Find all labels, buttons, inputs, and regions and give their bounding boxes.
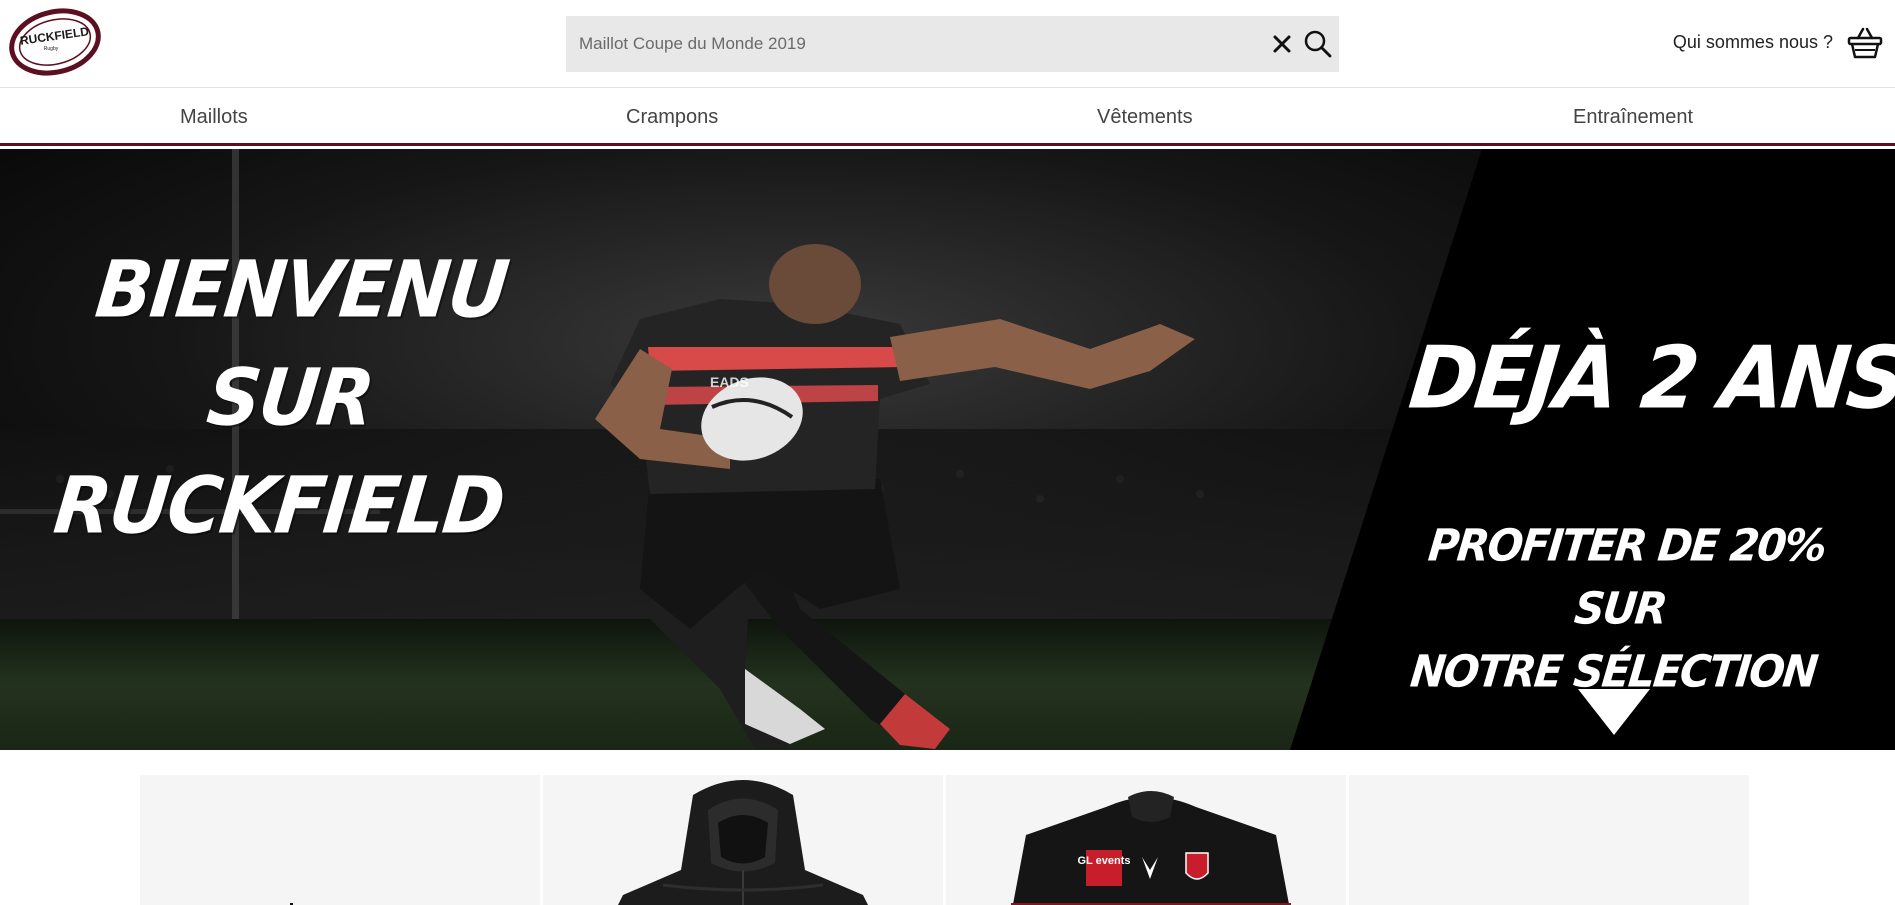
site-header: RUCKFIELD Rugby Qui sommes nous ? bbox=[0, 0, 1895, 88]
scroll-down-button[interactable] bbox=[1578, 689, 1650, 735]
promo-text: PROFITER DE 20% SUR NOTRE SÉLECTION bbox=[1380, 515, 1860, 704]
svg-text:EADS: EADS bbox=[710, 374, 749, 390]
logo-subtext: Rugby bbox=[44, 46, 59, 52]
nav-item-entrainement[interactable]: Entraînement bbox=[1573, 106, 1693, 129]
hero-title: BIENVENU SUR RUCKFIELD bbox=[13, 236, 567, 560]
clear-search-button[interactable] bbox=[1268, 30, 1296, 58]
close-icon bbox=[1273, 35, 1291, 53]
hero-banner[interactable]: EADS BIENVENU SUR RUCKFIELD DÉJÀ 2 ANS !… bbox=[0, 149, 1895, 750]
jacket-icon bbox=[618, 780, 868, 905]
hero-title-line2: RUCKFIELD bbox=[49, 460, 508, 552]
cart-button[interactable] bbox=[1847, 26, 1883, 60]
nav-item-crampons[interactable]: Crampons bbox=[626, 106, 718, 129]
nav-item-maillots[interactable]: Maillots bbox=[180, 106, 248, 129]
about-us-link[interactable]: Qui sommes nous ? bbox=[1673, 32, 1833, 53]
search-icon bbox=[1304, 30, 1332, 58]
triangle-down-icon bbox=[1578, 689, 1650, 735]
product-card[interactable] bbox=[543, 775, 943, 905]
hero-title-line1: BIENVENU SUR bbox=[91, 244, 512, 444]
basket-icon bbox=[1847, 27, 1883, 59]
search-bar bbox=[566, 16, 1339, 72]
empty-product-icon bbox=[290, 903, 293, 905]
promo-line1: PROFITER DE 20% SUR bbox=[1425, 519, 1828, 635]
product-card[interactable]: GL events bbox=[946, 775, 1346, 905]
main-nav: Maillots Crampons Vêtements Entraînement bbox=[0, 88, 1895, 146]
jersey-icon: GL events bbox=[1011, 791, 1291, 905]
product-grid: GL events bbox=[0, 750, 1895, 905]
search-input[interactable] bbox=[566, 16, 1226, 72]
empty-product-icon bbox=[1349, 775, 1749, 905]
ruckfield-logo[interactable]: RUCKFIELD Rugby bbox=[8, 6, 104, 78]
product-card[interactable] bbox=[1349, 775, 1749, 905]
jersey-sponsor-label: GL events bbox=[1078, 855, 1131, 867]
promo-headline: DÉJÀ 2 ANS ! bbox=[1404, 328, 1895, 429]
nav-item-vetements[interactable]: Vêtements bbox=[1097, 106, 1193, 129]
search-button[interactable] bbox=[1302, 28, 1334, 60]
product-card[interactable] bbox=[140, 775, 540, 905]
